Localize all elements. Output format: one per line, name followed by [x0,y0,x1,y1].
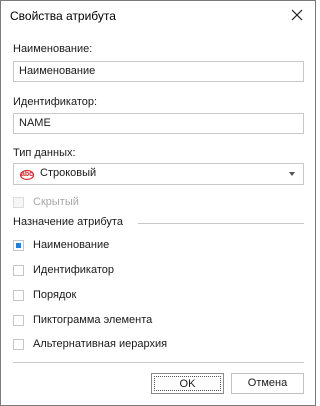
checkbox-label: Идентификатор [33,264,114,276]
ok-button[interactable]: OK [151,373,224,394]
checkbox-label: Наименование [33,239,110,251]
purpose-checkbox-identifier[interactable]: Идентификатор [13,264,114,276]
name-label: Наименование: [13,43,93,55]
checkbox-label: Альтернативная иерархия [33,338,168,350]
checkbox-box[interactable] [13,314,24,326]
cancel-button[interactable]: Отмена [231,373,304,394]
name-input[interactable]: Наименование [13,61,304,82]
checkbox-box[interactable] [13,289,24,301]
data-type-label: Тип данных: [13,147,76,159]
close-icon[interactable] [288,6,306,24]
hidden-checkbox-box[interactable] [13,196,24,208]
hidden-checkbox-label: Скрытый [33,196,79,208]
checkbox-box[interactable] [13,264,24,276]
purpose-group-title: Назначение атрибута [13,216,123,228]
string-type-icon: abc [19,169,35,181]
purpose-checkbox-alt-hierarchy[interactable]: Альтернативная иерархия [13,338,167,350]
attribute-properties-dialog: Свойства атрибута Наименование: Наименов… [0,0,316,406]
ok-button-label: OK [154,376,221,391]
dialog-title: Свойства атрибута [10,9,116,23]
data-type-value: Строковый [40,167,97,179]
hidden-checkbox[interactable]: Скрытый [13,196,79,208]
checkbox-label: Порядок [33,289,77,301]
footer-divider [13,362,304,363]
purpose-checkbox-icon[interactable]: Пиктограмма элемента [13,314,152,326]
checkbox-box[interactable] [13,338,24,350]
checkbox-label: Пиктограмма элемента [33,314,153,326]
chevron-down-icon[interactable] [289,172,295,176]
id-label: Идентификатор: [13,96,98,108]
data-type-select[interactable]: abc Строковый [13,163,304,185]
group-divider [138,223,304,224]
string-type-icon-text: abc [21,171,33,178]
purpose-checkbox-name[interactable]: Наименование [13,239,109,251]
checkbox-box[interactable] [13,239,24,251]
purpose-checkbox-order[interactable]: Порядок [13,289,76,301]
id-input[interactable]: NAME [13,113,304,134]
